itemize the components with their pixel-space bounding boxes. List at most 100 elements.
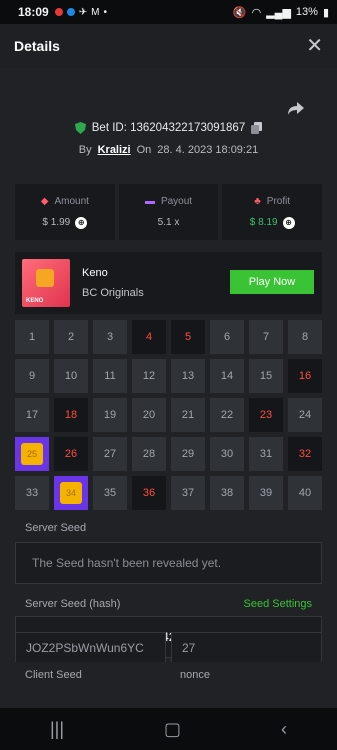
bet-id-row: Bet ID: 136204322173091867 (0, 122, 337, 134)
game-info: Keno BC Originals (82, 267, 144, 299)
keno-cell: 39 (249, 476, 283, 510)
amount-icon: ◆ (40, 195, 49, 207)
keno-cell: 2 (54, 320, 88, 354)
server-seed-value: The Seed hasn't been revealed yet. (32, 556, 222, 570)
mail-icon: M (91, 6, 100, 18)
gem-icon: 34 (60, 482, 82, 504)
mute-icon: 🔇 (232, 6, 247, 19)
details-content: Bet ID: 136204322173091867 By Kralizi On… (0, 68, 337, 708)
keno-cell: 30 (210, 437, 244, 471)
keno-cell: 8 (288, 320, 322, 354)
keno-ball-icon (36, 269, 54, 287)
keno-cell: 31 (249, 437, 283, 471)
coin-icon: ⊕ (75, 216, 88, 229)
status-bar: 18:09 ✈ M • 🔇 ◠ ▂▄▆ 13% ▮ (0, 0, 337, 24)
share-icon[interactable] (287, 100, 305, 116)
keno-cell: 33 (15, 476, 49, 510)
keno-thumbnail[interactable]: KENO (22, 259, 70, 307)
wifi-icon: ◠ (251, 6, 262, 19)
bet-datetime: 28. 4. 2023 18:09:21 (157, 144, 259, 156)
battery-icon: ▮ (322, 6, 329, 19)
keno-cell: 1 (15, 320, 49, 354)
thumb-label: KENO (26, 298, 44, 304)
close-icon[interactable]: ✕ (306, 36, 323, 56)
vpn-icon: ✈ (78, 6, 88, 18)
profit-icon: ♣ (254, 195, 261, 207)
stat-payout-value: 5.1 x (157, 217, 180, 228)
stat-amount: ◆ Amount $ 1.99 ⊕ (15, 184, 115, 240)
nonce-field[interactable]: 27 (171, 632, 322, 662)
notification-dot-red-icon (54, 8, 63, 16)
bet-meta-row: By Kralizi On 28. 4. 2023 18:09:21 (0, 144, 337, 156)
status-right-icons: 🔇 ◠ ▂▄▆ 13% ▮ (233, 6, 329, 19)
game-name[interactable]: Keno (82, 267, 144, 279)
seed-settings-link[interactable]: Seed Settings (244, 598, 313, 610)
keno-cell: 20 (132, 398, 166, 432)
keno-cell: 19 (93, 398, 127, 432)
copy-icon[interactable] (251, 122, 263, 134)
stat-profit: ♣ Profit $ 8.19 ⊕ (222, 184, 323, 240)
nonce-value: 27 (182, 641, 196, 655)
keno-cell: 26 (54, 437, 88, 471)
username-link[interactable]: Kralizi (98, 144, 131, 156)
server-seed-field: The Seed hasn't been revealed yet. (15, 542, 322, 584)
keno-cell: 24 (288, 398, 322, 432)
keno-number-grid: 1 2 3 4 5 6 7 8 9 10 11 12 13 14 15 16 17 18 19 20 21 22 23 24 2… (15, 320, 322, 510)
server-seed-label: Server Seed (25, 522, 87, 534)
keno-cell: 23 (249, 398, 283, 432)
notification-dot-blue-icon (66, 8, 75, 16)
keno-cell: 21 (171, 398, 205, 432)
recent-apps-icon[interactable]: ||| (50, 719, 64, 740)
battery-percentage: 13% (295, 6, 318, 18)
play-now-button[interactable]: Play Now (230, 270, 314, 294)
status-left-icons: ✈ M • (54, 6, 107, 18)
keno-cell: 5 (171, 320, 205, 354)
keno-cell: 12 (132, 359, 166, 393)
keno-cell: 32 (288, 437, 322, 471)
keno-cell: 11 (93, 359, 127, 393)
client-seed-value: JOZ2PSbWnWun6YC (26, 641, 144, 655)
game-provider: BC Originals (82, 287, 144, 299)
keno-cell: 17 (15, 398, 49, 432)
keno-cell: 3 (93, 320, 127, 354)
keno-cell: 7 (249, 320, 283, 354)
bet-id: Bet ID: 136204322173091867 (91, 122, 246, 134)
keno-cell: 15 (249, 359, 283, 393)
by-label: By (78, 144, 92, 156)
keno-cell: 38 (210, 476, 244, 510)
keno-cell: 4 (132, 320, 166, 354)
keno-cell: 37 (171, 476, 205, 510)
client-seed-field[interactable]: JOZ2PSbWnWun6YC (15, 632, 166, 662)
stat-profit-value: $ 8.19 (249, 217, 278, 228)
payout-icon: ▬ (144, 196, 155, 207)
keno-cell: 29 (171, 437, 205, 471)
details-header: Details ✕ (0, 24, 337, 68)
stats-row: ◆ Amount $ 1.99 ⊕ ▬ Payout 5.1 x ♣ Profi… (15, 184, 323, 240)
keno-cell: 25 (15, 437, 49, 471)
stat-payout: ▬ Payout 5.1 x (118, 184, 219, 240)
status-time: 18:09 (18, 5, 49, 19)
on-label: On (136, 144, 152, 156)
home-icon[interactable]: ▢ (164, 719, 181, 740)
small-dot-icon: • (103, 6, 107, 18)
stat-payout-label: Payout (160, 196, 193, 207)
system-nav-bar: ||| ▢ ‹ (0, 708, 337, 750)
stat-amount-value: $ 1.99 (42, 217, 71, 228)
keno-cell: 40 (288, 476, 322, 510)
keno-cell: 14 (210, 359, 244, 393)
keno-cell: 16 (288, 359, 322, 393)
stat-profit-label: Profit (266, 195, 291, 207)
game-card: KENO Keno BC Originals Play Now (15, 252, 322, 314)
keno-cell: 6 (210, 320, 244, 354)
keno-cell: 36 (132, 476, 166, 510)
keno-cell: 27 (93, 437, 127, 471)
keno-cell: 9 (15, 359, 49, 393)
keno-cell: 34 (54, 476, 88, 510)
keno-cell: 18 (54, 398, 88, 432)
keno-cell: 28 (132, 437, 166, 471)
back-icon[interactable]: ‹ (281, 719, 287, 740)
keno-cell: 35 (93, 476, 127, 510)
server-seed-hash-label: Server Seed (hash) (25, 598, 121, 610)
stat-amount-label: Amount (54, 195, 89, 207)
keno-cell: 13 (171, 359, 205, 393)
